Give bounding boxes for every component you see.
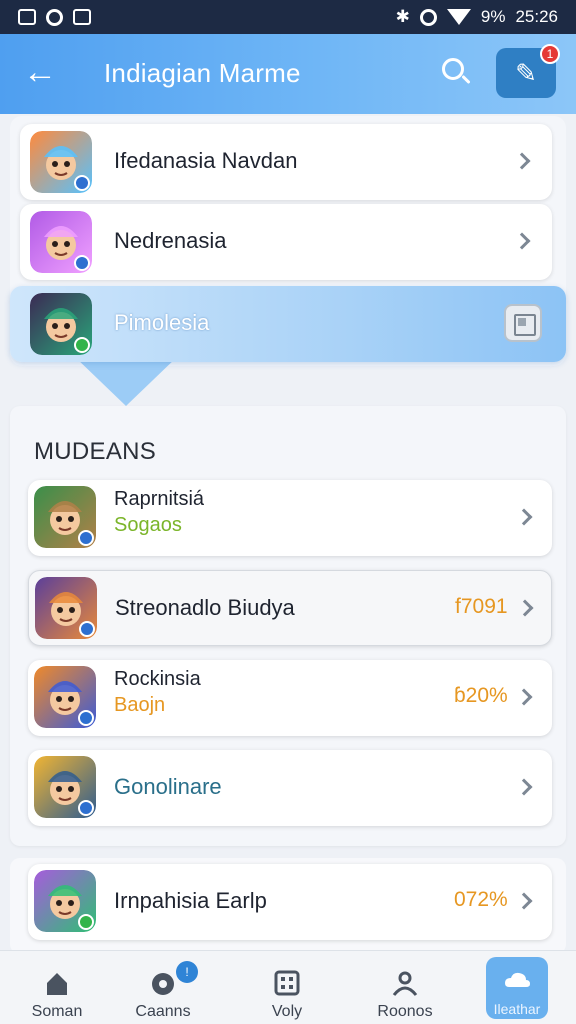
group-icon (391, 969, 419, 997)
chevron-right-icon (516, 599, 534, 617)
chevron-right-icon (513, 152, 531, 170)
selection-pointer (74, 356, 178, 406)
game-girl-icon (30, 131, 92, 193)
nav-voly[interactable]: Voly (242, 957, 332, 1020)
warrior-icon (30, 293, 92, 355)
purple-dino-icon (34, 870, 96, 932)
featured-item-title: Pimolesia (114, 310, 210, 335)
featured-item[interactable]: Pimolesia (10, 286, 566, 362)
page-title: Indiagian Marme (104, 58, 301, 88)
image-icon (73, 9, 91, 25)
nav-label: Roonos (377, 1003, 433, 1020)
clock: 25:26 (515, 7, 558, 26)
chevron-right-icon (515, 508, 533, 526)
nav-ileathar[interactable]: Ileathar (486, 957, 548, 1019)
chevron-right-icon (515, 778, 533, 796)
section-heading: MUDEANS (34, 438, 157, 465)
media-icon (46, 8, 63, 26)
grid-icon (273, 969, 301, 997)
wizard-girl-icon (35, 577, 97, 639)
notification-icon (18, 9, 36, 25)
battery-level: 9% (480, 7, 506, 26)
document-icon[interactable] (504, 304, 542, 342)
game-title: Gonolinare (114, 774, 222, 799)
nav-label: Voly (271, 1003, 303, 1020)
game-stat: 072% (454, 888, 508, 911)
bluetooth-icon: ✱ (395, 7, 410, 26)
game-title: Rockinsia (114, 668, 201, 690)
game-stat: ɓ20% (454, 684, 508, 707)
chevron-right-icon (515, 892, 533, 910)
nav-label: Ileathar (493, 1001, 541, 1017)
app-bar: ← Indiagian Marme ✎ 1 (0, 34, 576, 114)
chevron-right-icon (513, 232, 531, 250)
bottom-navigation: Soman! Caanns Voly Roonos Ileathar (0, 950, 576, 1024)
game-list-item[interactable]: Irnpahisia Earlp 072% (28, 864, 552, 940)
goblin-hat-icon (34, 486, 96, 548)
featured-item-title: Nedrenasia (114, 228, 227, 253)
status-bar: ✱ 9% 25:26 (0, 0, 576, 34)
nav-soman[interactable]: Soman (12, 957, 102, 1020)
robot-knight-icon (34, 666, 96, 728)
game-subtitle: Baojn (114, 694, 166, 716)
cloud-icon (503, 967, 531, 995)
game-subtitle: Sogaos (114, 514, 182, 536)
back-button[interactable]: ← (22, 53, 58, 92)
fox-warrior-icon (34, 756, 96, 818)
nav-badge: ! (176, 961, 198, 983)
search-button[interactable] (440, 56, 474, 90)
game-stat: f7091 (455, 595, 508, 618)
notification-badge: 1 (540, 44, 560, 64)
game-list-item[interactable]: Gonolinare (28, 750, 552, 826)
game-title: Streonadlo Biudya (115, 595, 295, 620)
game-title: Irnpahisia Earlp (114, 888, 267, 913)
back-arrow-icon: ← (23, 53, 57, 91)
game-list-item[interactable]: Streonadlo Biudya f7091 (28, 570, 552, 646)
game-list-item[interactable]: Rockinsia Baojn ɓ20% (28, 660, 552, 736)
nav-label: Soman (31, 1003, 83, 1020)
chevron-right-icon (515, 688, 533, 706)
pencil-icon: ✎ (515, 57, 537, 88)
featured-item[interactable]: Ifedanasia Navdan (20, 124, 552, 200)
nav-caanns[interactable]: ! Caanns (118, 957, 208, 1020)
featured-item[interactable]: Nedrenasia (20, 204, 552, 280)
nav-roonos[interactable]: Roonos (360, 957, 450, 1020)
alarm-icon (419, 8, 437, 26)
wifi-icon (446, 9, 471, 25)
game-title: Raprnitsiá (114, 488, 205, 510)
home-icon (43, 969, 71, 997)
compose-button[interactable]: ✎ 1 (496, 44, 560, 98)
purple-dragon-icon (30, 211, 92, 273)
featured-item-title: Ifedanasia Navdan (114, 148, 298, 173)
game-list-item[interactable]: Raprnitsiá Sogaos (28, 480, 552, 556)
compass-icon (149, 969, 177, 997)
nav-label: Caanns (135, 1003, 191, 1020)
